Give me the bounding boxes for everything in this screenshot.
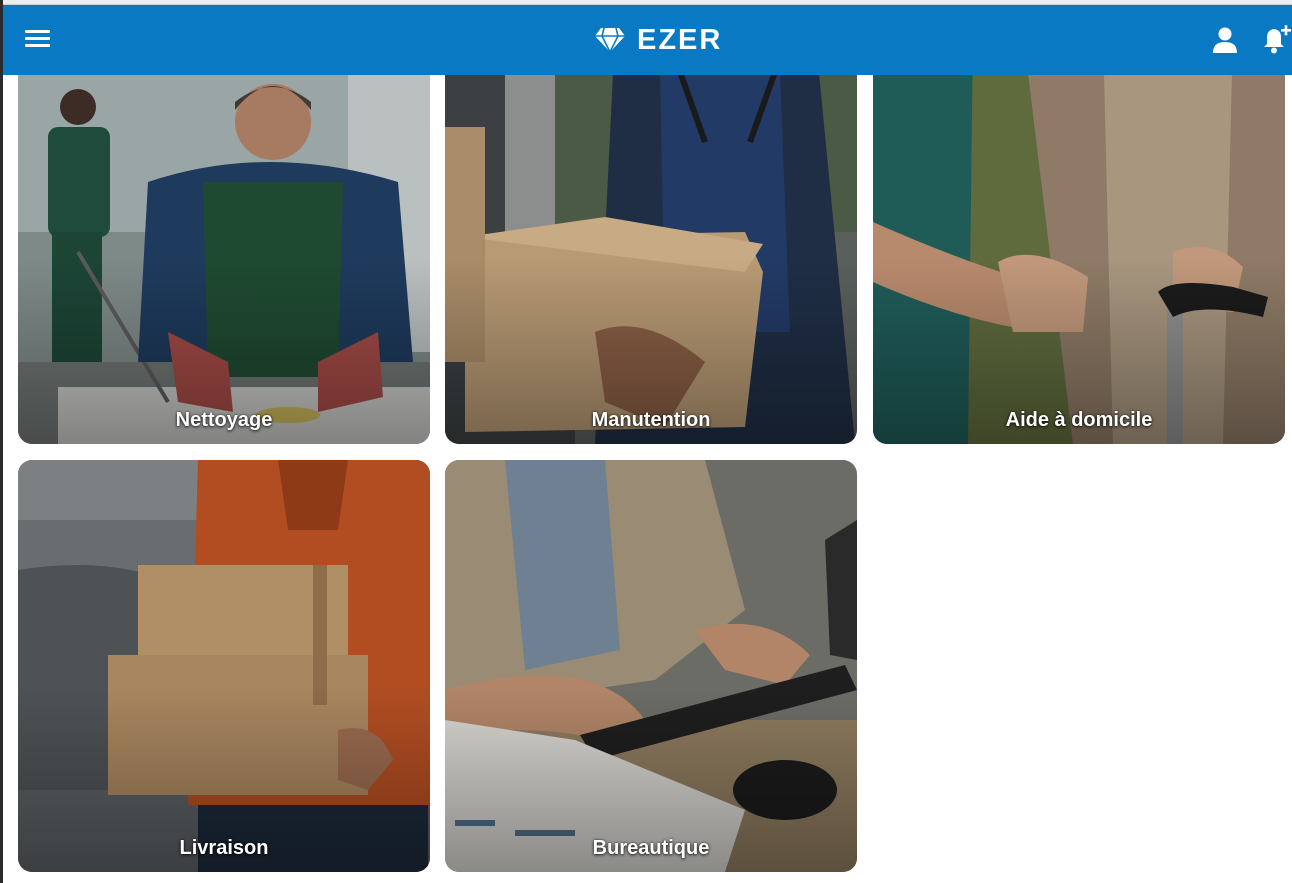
category-card-bureautique[interactable]: Bureautique bbox=[445, 460, 857, 872]
app-window: Nettoyage Manutention Aide à domicile Li… bbox=[0, 0, 1292, 883]
category-card-manutention[interactable]: Manutention bbox=[445, 32, 857, 444]
category-label: Aide à domicile bbox=[1005, 409, 1153, 431]
brand-name: EZER bbox=[637, 23, 723, 56]
card-shade bbox=[18, 460, 430, 872]
card-shade bbox=[18, 32, 430, 444]
category-card-aide-a-domicile[interactable]: Aide à domicile bbox=[873, 32, 1285, 444]
diamond-icon bbox=[595, 27, 625, 53]
category-label: Manutention bbox=[591, 409, 711, 431]
brand-logo[interactable]: EZER bbox=[595, 21, 722, 59]
category-label: Nettoyage bbox=[175, 409, 273, 431]
card-shade bbox=[445, 460, 857, 872]
top-app-bar: EZER bbox=[3, 5, 1292, 75]
bell-plus-icon[interactable] bbox=[1260, 25, 1292, 55]
card-shade bbox=[445, 32, 857, 444]
category-label: Bureautique bbox=[592, 837, 710, 859]
account-icon[interactable] bbox=[1211, 25, 1239, 55]
category-card-livraison[interactable]: Livraison bbox=[18, 460, 430, 872]
category-grid: Nettoyage Manutention Aide à domicile Li… bbox=[0, 0, 1292, 883]
category-label: Livraison bbox=[179, 837, 269, 859]
hamburger-menu-icon[interactable] bbox=[23, 26, 53, 54]
card-shade bbox=[873, 32, 1285, 444]
category-card-nettoyage[interactable]: Nettoyage bbox=[18, 32, 430, 444]
